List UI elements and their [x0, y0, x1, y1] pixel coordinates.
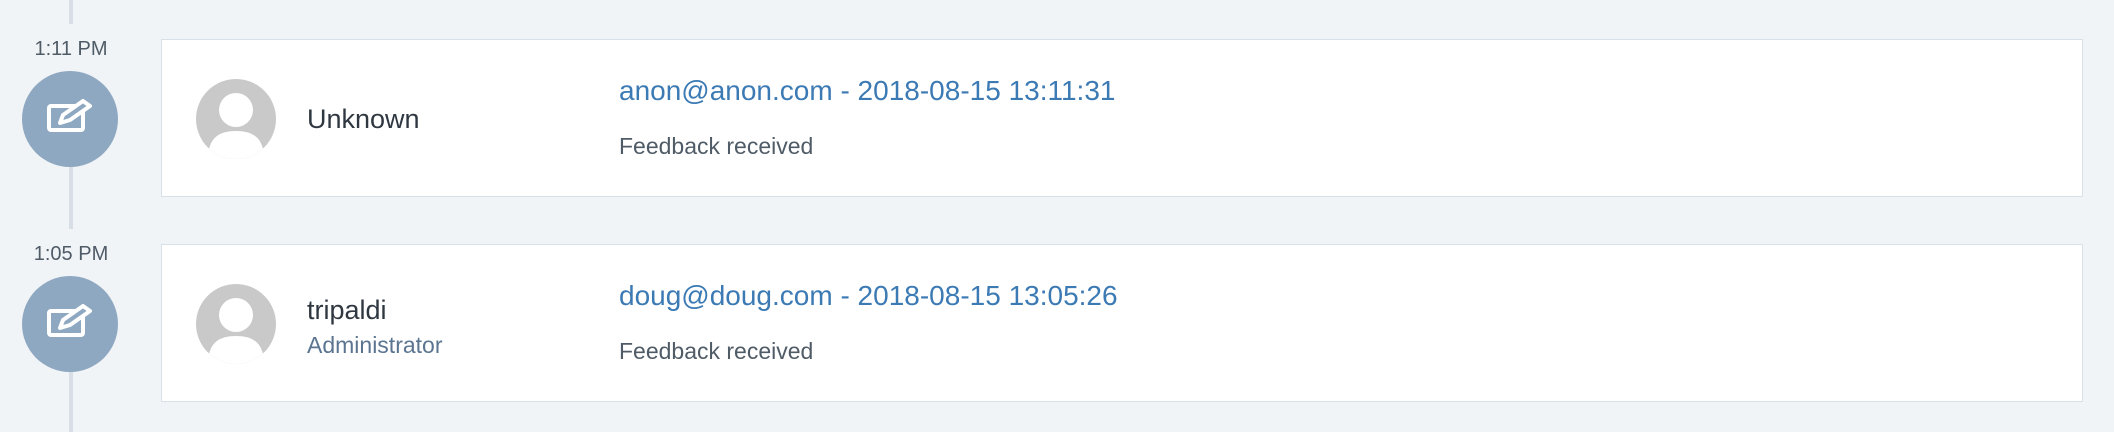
user-name: Unknown	[307, 104, 420, 134]
event-time: 1:05 PM	[33, 243, 109, 265]
avatar	[196, 284, 276, 364]
edit-icon	[46, 98, 94, 140]
event-title-link[interactable]: anon@anon.com - 2018-08-15 13:11:31	[619, 74, 1115, 108]
timeline-entry: 1:05 PM tripaldi Administrator doug@doug…	[0, 205, 2114, 410]
event-time: 1:11 PM	[34, 38, 108, 60]
event-description: Feedback received	[619, 133, 814, 159]
event-type-indicator	[22, 276, 118, 372]
user-name: tripaldi	[307, 295, 387, 325]
edit-icon	[46, 303, 94, 345]
event-title-link[interactable]: doug@doug.com - 2018-08-15 13:05:26	[619, 279, 1118, 313]
user-role: Administrator	[307, 332, 443, 358]
timeline-entry: 1:11 PM Unknown anon@anon.com - 2018-08-…	[0, 0, 2114, 205]
activity-card: Unknown anon@anon.com - 2018-08-15 13:11…	[161, 39, 2083, 197]
activity-card: tripaldi Administrator doug@doug.com - 2…	[161, 244, 2083, 402]
event-description: Feedback received	[619, 338, 814, 364]
event-type-indicator	[22, 71, 118, 167]
avatar	[196, 79, 276, 159]
